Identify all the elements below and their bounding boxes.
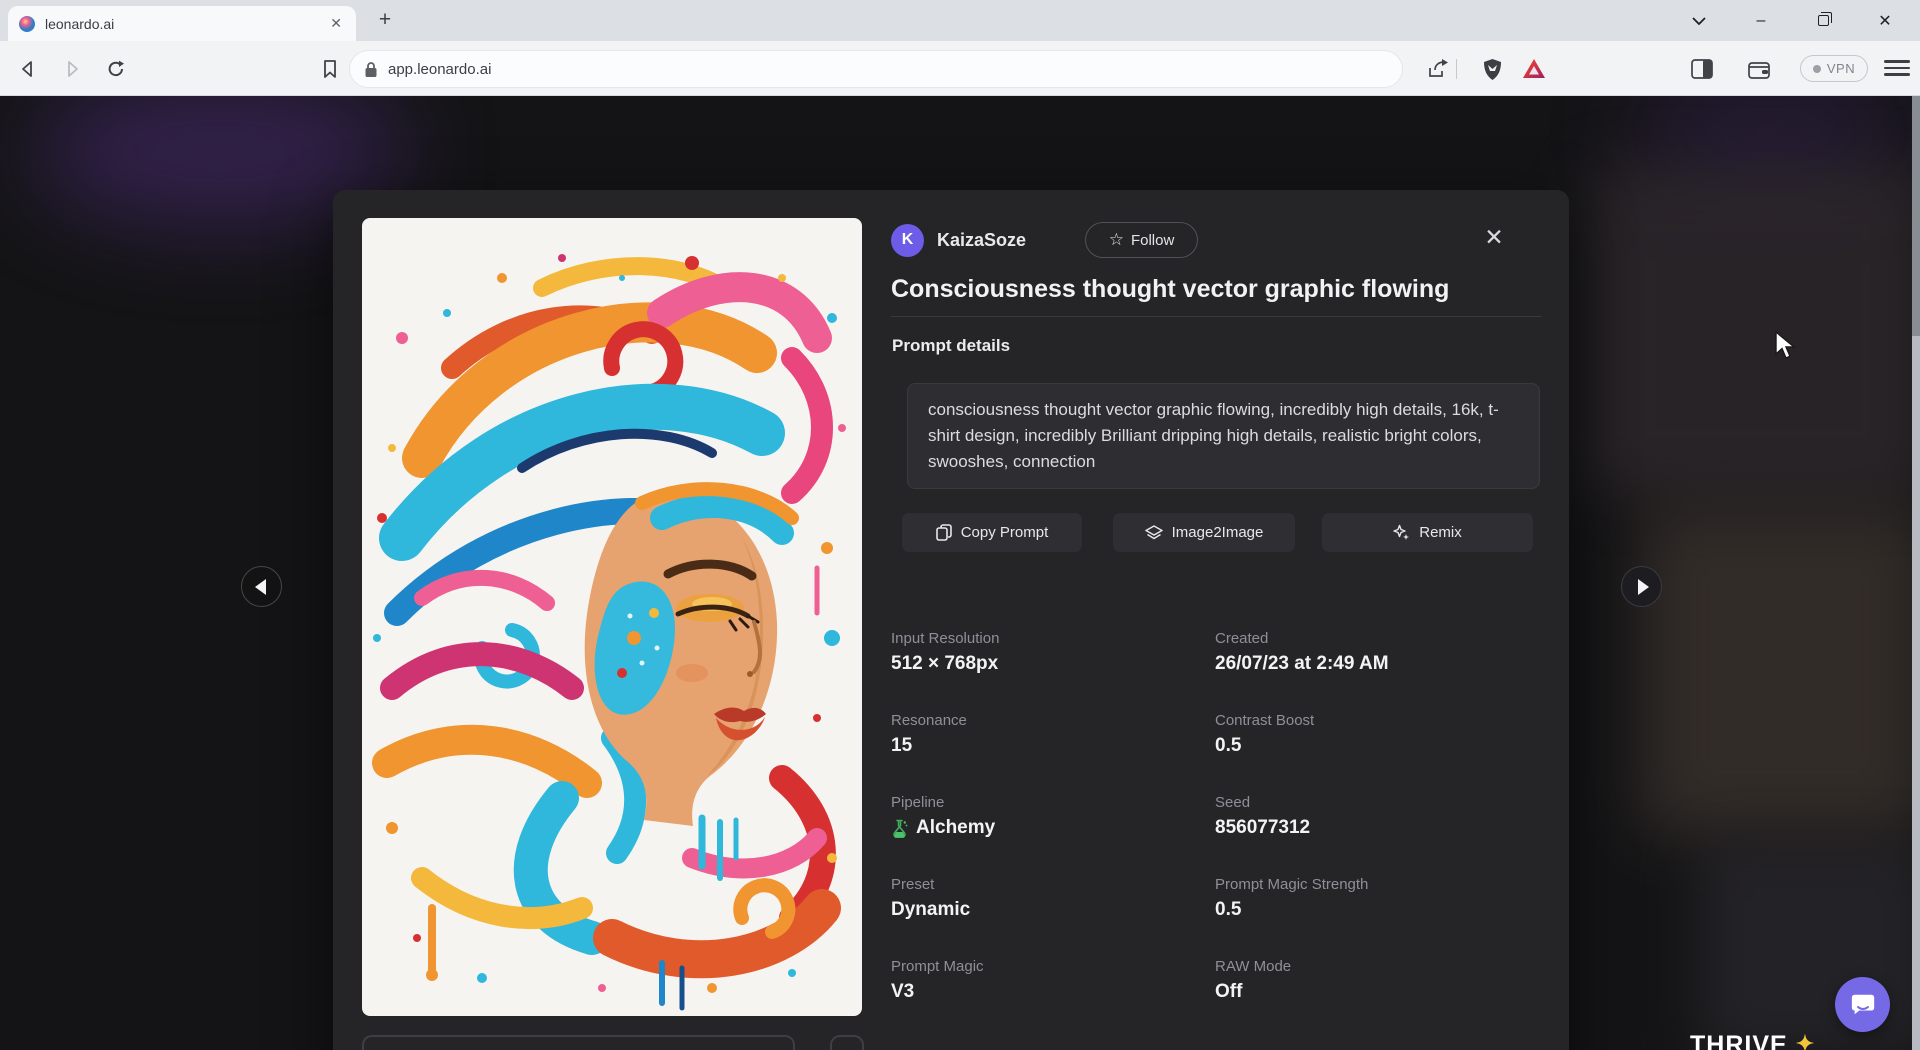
vpn-label: VPN	[1827, 61, 1855, 76]
blurred-gallery-image	[1588, 166, 1920, 496]
arrow-right-icon	[1638, 579, 1649, 595]
lock-icon	[364, 61, 378, 78]
remix-label: Remix	[1419, 524, 1462, 541]
detail-panel: K KaizaSoze ☆ Follow ✕ Consciousness tho…	[891, 190, 1542, 1050]
chat-bubble-icon	[1849, 991, 1877, 1019]
tab-close-icon[interactable]: ✕	[326, 13, 346, 34]
window-restore-button[interactable]	[1792, 0, 1854, 41]
image-title: Consciousness thought vector graphic flo…	[891, 275, 1449, 304]
follow-button[interactable]: ☆ Follow	[1085, 222, 1198, 258]
modal-close-icon[interactable]: ✕	[1480, 224, 1508, 252]
forward-button[interactable]	[58, 55, 86, 83]
window-close-button[interactable]: ✕	[1854, 0, 1916, 41]
generated-artwork-image	[362, 218, 862, 1016]
copy-prompt-button[interactable]: Copy Prompt	[902, 513, 1082, 552]
avatar[interactable]: K	[891, 224, 924, 257]
blurred-gallery-image	[1700, 846, 1920, 1050]
previous-image-button[interactable]	[241, 566, 282, 607]
tab-search-chevron-icon[interactable]	[1668, 0, 1730, 41]
url-text: app.leonardo.ai	[388, 61, 491, 78]
window-minimize-button[interactable]: –	[1730, 0, 1792, 41]
detail-pipeline: Pipeline Alchemy	[891, 794, 1215, 876]
bat-rewards-icon[interactable]	[1520, 55, 1548, 83]
prompt-text: consciousness thought vector graphic flo…	[928, 397, 1519, 475]
overlay-watermark: THRIVE ✦	[1690, 1031, 1815, 1050]
blurred-gallery-image	[1640, 506, 1920, 836]
image2image-label: Image2Image	[1172, 524, 1264, 541]
vpn-status-dot	[1813, 65, 1821, 73]
page-background: K KaizaSoze ☆ Follow ✕ Consciousness tho…	[0, 96, 1920, 1050]
tab-title: leonardo.ai	[45, 16, 326, 32]
back-button[interactable]	[14, 55, 42, 83]
bookmark-icon[interactable]	[316, 55, 344, 83]
tab-bar: leonardo.ai ✕ + – ✕	[0, 0, 1920, 41]
prompt-box: consciousness thought vector graphic flo…	[907, 383, 1540, 489]
browser-menu-button[interactable]	[1884, 55, 1910, 81]
wallet-icon[interactable]	[1745, 55, 1773, 83]
detail-prompt-magic-strength: Prompt Magic Strength 0.5	[1215, 876, 1542, 958]
next-image-button[interactable]	[1621, 566, 1662, 607]
detail-preset: Preset Dynamic	[891, 876, 1215, 958]
sparkle-icon: ✦	[1796, 1031, 1815, 1050]
thumbnail-strip[interactable]	[362, 1035, 795, 1050]
page-scrollbar[interactable]	[1912, 96, 1920, 1050]
browser-toolbar: app.leonardo.ai VPN	[0, 41, 1920, 96]
image2image-button[interactable]: Image2Image	[1113, 513, 1295, 552]
divider	[891, 316, 1542, 317]
detail-created: Created 26/07/23 at 2:49 AM	[1215, 630, 1542, 712]
remix-sparkle-icon	[1393, 524, 1410, 541]
layers-icon	[1145, 525, 1163, 541]
image-detail-modal: K KaizaSoze ☆ Follow ✕ Consciousness tho…	[333, 190, 1569, 1050]
alchemy-flask-icon	[891, 819, 908, 838]
detail-seed: Seed 856077312	[1215, 794, 1542, 876]
copy-icon	[936, 524, 952, 541]
new-tab-button[interactable]: +	[372, 8, 398, 34]
prompt-details-heading: Prompt details	[892, 336, 1010, 356]
copy-prompt-label: Copy Prompt	[961, 524, 1049, 541]
address-bar[interactable]: app.leonardo.ai	[350, 51, 1402, 87]
detail-input-resolution: Input Resolution 512 × 768px	[891, 630, 1215, 712]
detail-resonance: Resonance 15	[891, 712, 1215, 794]
author-row: K KaizaSoze ☆ Follow	[891, 222, 1542, 258]
sidebar-panel-icon[interactable]	[1688, 55, 1716, 83]
thumbnail-strip-next[interactable]	[830, 1035, 864, 1050]
details-grid: Input Resolution 512 × 768px Created 26/…	[891, 630, 1542, 1040]
support-chat-button[interactable]	[1835, 977, 1890, 1032]
toolbar-divider	[1456, 59, 1457, 79]
browser-tab[interactable]: leonardo.ai ✕	[8, 6, 356, 41]
brave-shield-icon[interactable]	[1478, 55, 1506, 83]
follow-label: Follow	[1131, 232, 1174, 249]
page-scrollbar-thumb[interactable]	[1912, 96, 1920, 336]
tab-favicon-icon	[18, 15, 36, 33]
detail-raw-mode: RAW Mode Off	[1215, 958, 1542, 1040]
mouse-cursor	[1774, 331, 1796, 366]
vpn-button[interactable]: VPN	[1800, 55, 1868, 82]
detail-prompt-magic: Prompt Magic V3	[891, 958, 1215, 1040]
author-name[interactable]: KaizaSoze	[937, 230, 1026, 251]
reload-button[interactable]	[102, 55, 130, 83]
detail-contrast-boost: Contrast Boost 0.5	[1215, 712, 1542, 794]
remix-button[interactable]: Remix	[1322, 513, 1533, 552]
window-controls: – ✕	[1668, 0, 1916, 41]
star-icon: ☆	[1109, 230, 1124, 250]
action-buttons: Copy Prompt Image2Image Remix	[902, 513, 1542, 552]
arrow-left-icon	[255, 579, 266, 595]
share-icon[interactable]	[1424, 55, 1452, 83]
